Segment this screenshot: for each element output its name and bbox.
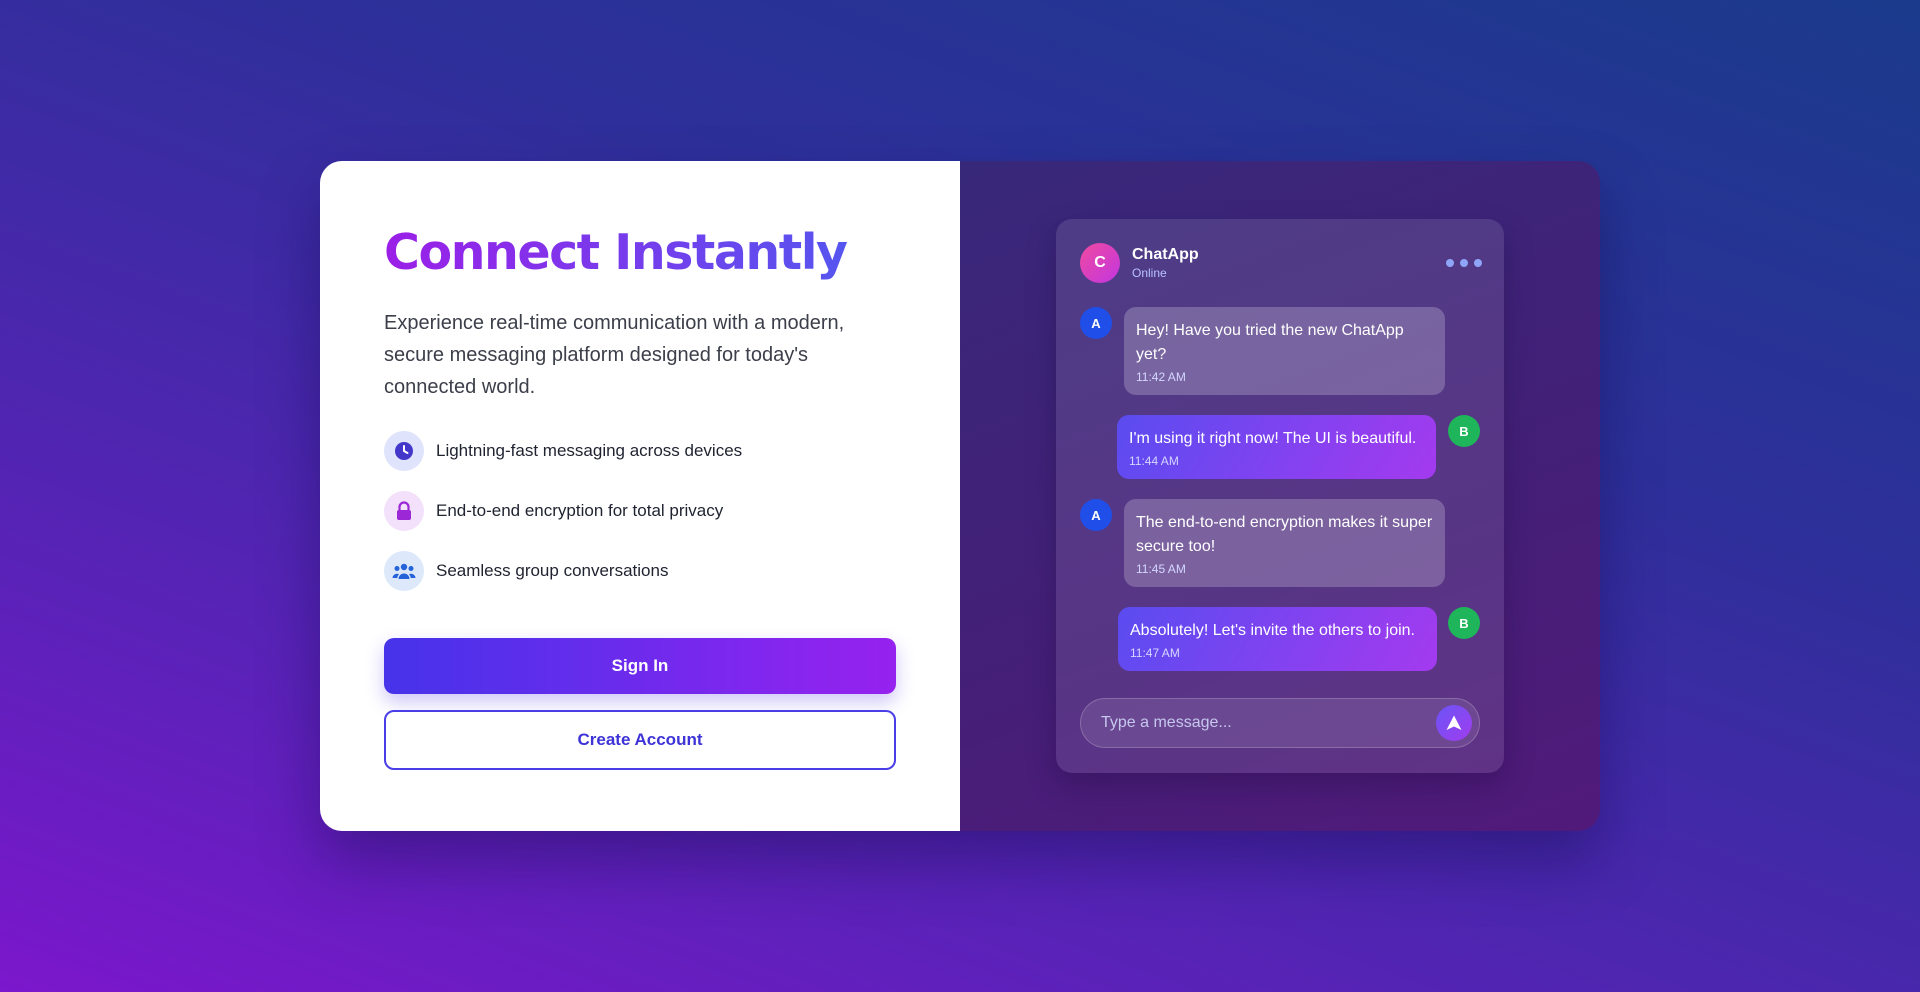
message-text: Absolutely! Let's invite the others to j… [1130, 622, 1415, 639]
feature-item: End-to-end encryption for total privacy [384, 491, 896, 531]
message-time: 11:42 AM [1136, 370, 1186, 384]
message-bubble: I'm using it right now! The UI is beauti… [1117, 415, 1436, 479]
chat-preview-panel: C ChatApp Online A Hey! Have you tried t… [960, 161, 1600, 831]
avatar: B [1448, 415, 1480, 447]
login-card: Connect Instantly Experience real-time c… [320, 161, 1600, 831]
feature-text: End-to-end encryption for total privacy [436, 501, 724, 520]
message-time: 11:45 AM [1136, 562, 1186, 576]
message-text: I'm using it right now! The UI is beauti… [1129, 430, 1417, 447]
message-bubble: Absolutely! Let's invite the others to j… [1118, 607, 1437, 671]
avatar: A [1080, 499, 1112, 531]
message-bubble: The end-to-end encryption makes it super… [1124, 499, 1445, 587]
chat-name: ChatApp [1132, 246, 1199, 263]
users-icon [384, 551, 424, 591]
feature-text: Lightning-fast messaging across devices [436, 441, 743, 460]
chat-avatar: C [1080, 243, 1120, 283]
sign-in-button[interactable]: Sign In [384, 638, 896, 694]
chat-status: Online [1132, 266, 1167, 280]
headline: Connect Instantly [384, 221, 896, 285]
create-account-button[interactable]: Create Account [384, 710, 896, 770]
feature-item: Seamless group conversations [384, 551, 896, 591]
intro-panel: Connect Instantly Experience real-time c… [320, 161, 960, 831]
feature-list: Lightning-fast messaging across devices … [384, 431, 896, 591]
lock-icon [384, 491, 424, 531]
message-composer [1080, 698, 1480, 748]
description: Experience real-time communication with … [384, 312, 845, 398]
send-button[interactable] [1436, 705, 1472, 741]
feature-item: Lightning-fast messaging across devices [384, 431, 896, 471]
message-bubble: Hey! Have you tried the new ChatApp yet?… [1124, 307, 1445, 395]
send-icon [1446, 715, 1462, 730]
avatar: A [1080, 307, 1112, 339]
chat-window: C ChatApp Online A Hey! Have you tried t… [1056, 219, 1504, 773]
message-text: Hey! Have you tried the new ChatApp yet? [1136, 322, 1404, 363]
message-text: The end-to-end encryption makes it super… [1136, 514, 1433, 555]
message-time: 11:47 AM [1130, 646, 1180, 660]
clock-icon [384, 431, 424, 471]
message-input[interactable] [1081, 714, 1436, 732]
chat-header: C ChatApp Online [1080, 243, 1482, 283]
avatar: B [1448, 607, 1480, 639]
message-time: 11:44 AM [1129, 454, 1179, 468]
more-options-icon[interactable] [1446, 259, 1482, 267]
feature-text: Seamless group conversations [436, 561, 669, 580]
chat-title: ChatApp Online [1132, 245, 1199, 281]
